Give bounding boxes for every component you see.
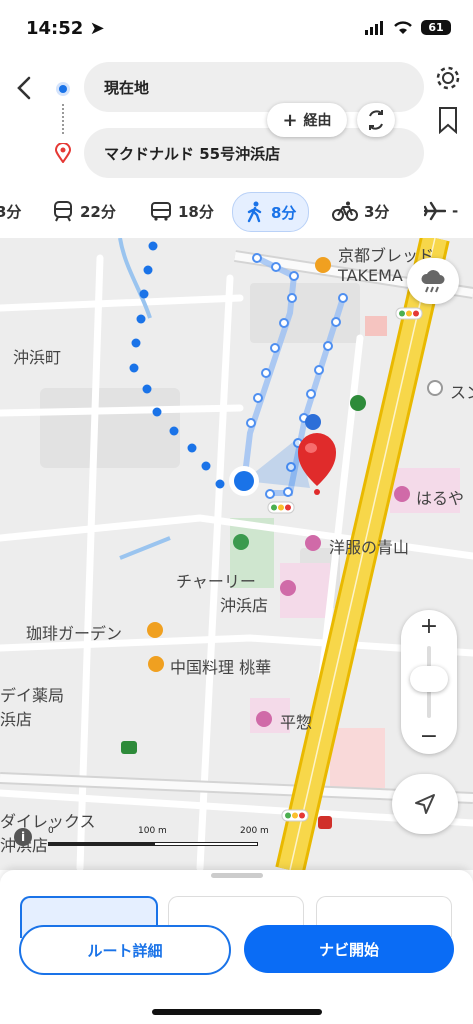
place-icon <box>427 380 443 396</box>
route-details-button[interactable]: ルート詳細 <box>19 925 231 975</box>
walking-icon <box>247 201 262 223</box>
airplane-icon <box>424 201 446 221</box>
park-icon <box>233 534 249 550</box>
locate-me-button[interactable] <box>392 774 458 834</box>
navigation-arrow-icon <box>415 794 435 814</box>
chevron-left-icon <box>17 76 31 100</box>
train-icon <box>54 201 72 222</box>
map-label: デイ薬局 <box>0 686 65 705</box>
map-label: 洋服の青山 <box>329 538 410 557</box>
map-label: スン <box>450 383 473 402</box>
route-bottom-sheet[interactable]: ルート詳細 ナビ開始 <box>0 870 473 1024</box>
bank-icon <box>350 395 366 411</box>
cellular-signal-icon <box>365 20 383 35</box>
info-icon[interactable]: i <box>14 828 32 846</box>
map-label: チャーリー <box>176 572 256 591</box>
map-view[interactable]: 沖浜町 京都ブレッド TAKEMA スン はるや 洋服の青山 チャーリー 沖浜店… <box>0 238 473 870</box>
map-label: TAKEMA <box>338 266 403 285</box>
sheet-grabber[interactable] <box>211 873 263 878</box>
transport-mode-bar: 3分 22分 18分 8分 3分 - <box>0 186 473 239</box>
map-label: 浜店 <box>0 710 33 729</box>
swap-icon <box>369 110 383 130</box>
settings-button[interactable] <box>434 64 462 92</box>
plus-icon: + <box>282 109 298 131</box>
destination-pin-icon <box>55 143 71 163</box>
bus-icon <box>151 202 171 221</box>
wifi-icon <box>394 21 412 34</box>
route-connector <box>62 104 66 134</box>
gear-icon <box>436 66 460 90</box>
back-button[interactable] <box>10 72 38 104</box>
status-time: 14:52 ➤ <box>26 18 105 39</box>
status-bar: 14:52 ➤ 61 <box>0 0 473 58</box>
pharmacy-icon <box>121 741 137 754</box>
rain-cloud-icon <box>421 270 445 293</box>
shopping-icon <box>394 486 410 502</box>
map-label: 珈琲ガーデン <box>26 624 123 643</box>
bookmark-icon <box>439 107 457 135</box>
restaurant-icon <box>315 257 331 273</box>
poi-icon <box>305 414 321 430</box>
mode-bike[interactable]: 3分 <box>332 192 389 230</box>
map-label: はるや <box>416 489 465 508</box>
zoom-in-button[interactable]: + <box>401 610 457 644</box>
add-waypoint-button[interactable]: + 経由 <box>267 103 347 137</box>
start-navigation-button[interactable]: ナビ開始 <box>244 925 454 973</box>
home-indicator <box>152 1009 322 1015</box>
location-arrow-icon: ➤ <box>89 18 105 39</box>
zoom-slider[interactable] <box>410 666 448 692</box>
cafe-icon <box>147 622 163 638</box>
mode-bus[interactable]: 18分 <box>150 192 214 230</box>
mode-walk[interactable]: 8分 <box>232 192 310 232</box>
map-label: 沖浜店 <box>220 596 269 615</box>
zoom-control: + − <box>401 610 457 754</box>
weather-button[interactable] <box>407 258 459 304</box>
bookmark-button[interactable] <box>436 106 462 135</box>
map-label: 平惣 <box>280 713 313 732</box>
battery-icon: 61 <box>421 20 451 35</box>
map-label: 沖浜町 <box>13 348 62 367</box>
bicycle-icon <box>332 201 358 221</box>
mode-flight[interactable]: - <box>424 192 458 230</box>
origin-dot-icon <box>56 82 70 96</box>
traffic-light-icon <box>267 501 295 514</box>
mode-train[interactable]: 22分 <box>52 192 116 230</box>
swap-route-button[interactable] <box>357 103 395 137</box>
mode-car[interactable]: 3分 <box>0 192 21 230</box>
map-label: 中国料理 桃華 <box>170 658 272 677</box>
zoom-out-button[interactable]: − <box>401 720 457 754</box>
map-scale: i 0 100 m 200 m <box>14 826 284 856</box>
